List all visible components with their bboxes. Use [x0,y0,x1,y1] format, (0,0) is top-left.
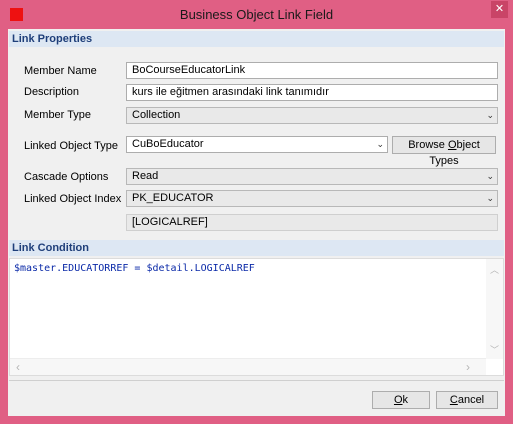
member-name-field[interactable]: BoCourseEducatorLink [126,62,498,79]
scroll-down-icon[interactable]: ﹀ [490,343,499,356]
link-condition-code: $master.EDUCATORREF = $detail.LOGICALREF [14,263,255,274]
member-type-label: Member Type [24,109,92,121]
link-properties-header: Link Properties [9,31,504,47]
browse-object-types-button[interactable]: Browse Object Types [392,136,496,167]
cancel-mnemonic: C [449,394,458,406]
linked-object-type-label: Linked Object Type [24,140,118,152]
description-field[interactable]: kurs ile eğitmen arasındaki link tanımıd… [126,84,498,101]
browse-button-mnemonic: O [447,139,457,151]
cancel-text: ancel [457,394,485,406]
scroll-left-icon[interactable]: ‹ [16,360,20,374]
member-type-select[interactable]: Collection ⌄ [126,107,498,124]
scroll-right-icon[interactable]: › [466,360,470,374]
cascade-options-value: Read [132,170,159,182]
dialog-window: Business Object Link Field ✕ Link Proper… [0,0,513,424]
close-button[interactable]: ✕ [491,1,508,18]
footer-divider [9,380,504,381]
ok-mnemonic: O [393,394,403,406]
browse-button-text-pre: Browse [408,139,448,151]
member-name-label: Member Name [24,65,97,77]
dialog-body: Link Properties Member Name BoCourseEduc… [8,29,505,416]
linked-object-index-value: PK_EDUCATOR [132,192,214,204]
linked-object-index-select[interactable]: PK_EDUCATOR ⌄ [126,190,498,207]
chevron-down-icon: ⌄ [486,171,494,181]
horizontal-scrollbar[interactable]: ‹ › [10,358,486,375]
index-fields-display: [LOGICALREF] [126,214,498,231]
chevron-down-icon: ⌄ [486,193,494,203]
link-condition-header: Link Condition [9,240,504,256]
title-bar[interactable]: Business Object Link Field ✕ [0,0,513,29]
ok-text: k [402,394,409,406]
scroll-up-icon[interactable]: ︿ [490,263,499,276]
description-label: Description [24,86,80,98]
link-condition-editor[interactable]: $master.EDUCATORREF = $detail.LOGICALREF… [9,258,504,376]
linked-object-type-select[interactable]: CuBoEducator ⌄ [126,136,388,153]
linked-object-type-value: CuBoEducator [132,138,204,150]
vertical-scrollbar[interactable]: ︿ ﹀ [486,259,503,359]
member-type-value: Collection [132,109,181,121]
chevron-down-icon: ⌄ [376,139,384,149]
window-title: Business Object Link Field [179,7,334,22]
ok-button[interactable]: Ok [372,391,430,409]
cancel-button[interactable]: Cancel [436,391,498,409]
linked-object-index-label: Linked Object Index [24,193,122,205]
chevron-down-icon: ⌄ [486,110,494,120]
close-icon: ✕ [494,3,505,15]
cascade-options-label: Cascade Options [24,171,109,183]
cascade-options-select[interactable]: Read ⌄ [126,168,498,185]
